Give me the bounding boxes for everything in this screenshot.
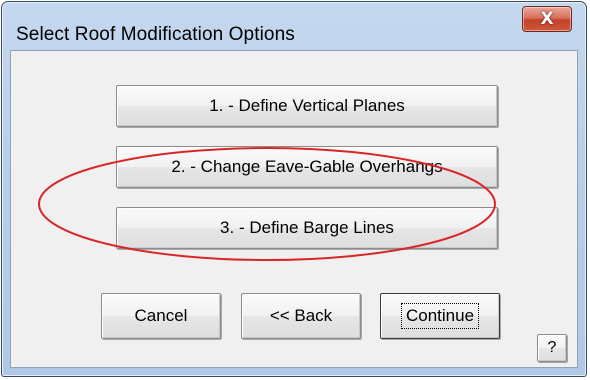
define-vertical-planes-button[interactable]: 1. - Define Vertical Planes (116, 85, 498, 127)
dialog-title: Select Roof Modification Options (16, 24, 295, 45)
help-label: ? (547, 339, 557, 356)
help-button[interactable]: ? (537, 334, 567, 362)
cancel-button[interactable]: Cancel (101, 293, 221, 339)
back-button[interactable]: << Back (241, 293, 361, 339)
change-eave-gable-overhangs-label: 2. - Change Eave-Gable Overhangs (171, 157, 443, 176)
dialog-body: 1. - Define Vertical Planes 2. - Change … (10, 50, 578, 368)
close-button[interactable]: X (522, 6, 572, 32)
define-barge-lines-button[interactable]: 3. - Define Barge Lines (116, 207, 498, 249)
change-eave-gable-overhangs-button[interactable]: 2. - Change Eave-Gable Overhangs (116, 146, 498, 188)
cancel-label: Cancel (134, 306, 188, 325)
back-label: << Back (269, 306, 333, 325)
define-barge-lines-label: 3. - Define Barge Lines (220, 218, 394, 237)
define-vertical-planes-label: 1. - Define Vertical Planes (209, 96, 405, 115)
dialog-window: Select Roof Modification Options X 1. - … (1, 1, 587, 377)
continue-button[interactable]: Continue (380, 293, 500, 339)
continue-label: Continue (400, 303, 480, 329)
title-bar[interactable]: Select Roof Modification Options X (2, 2, 586, 50)
close-icon: X (540, 8, 554, 29)
